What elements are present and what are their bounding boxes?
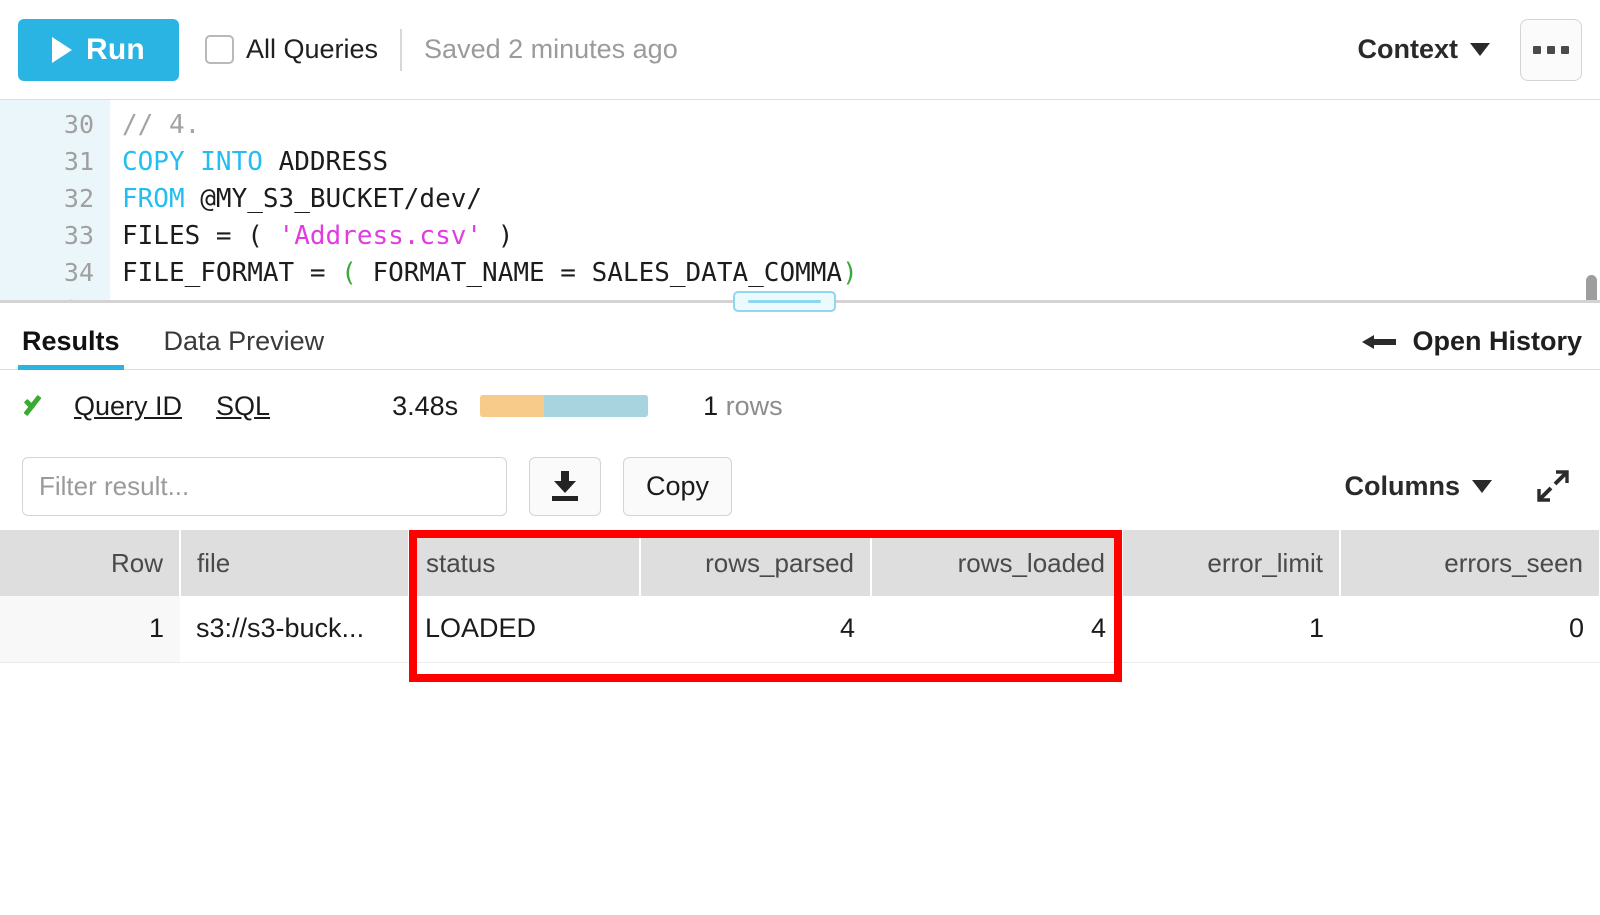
cell-rows-parsed: 4 [640,596,871,663]
code-line: 31 COPY INTO ADDRESS [0,143,1600,180]
cell-row-number: 1 [0,596,180,663]
code-line: 32 FROM @MY_S3_BUCKET/dev/ [0,180,1600,217]
line-number: 32 [63,184,94,213]
code-token-string: 'Address.csv' [278,220,483,251]
all-queries-toggle[interactable]: All Queries [205,34,378,65]
column-header-file[interactable]: file [180,530,410,596]
results-table-container: Row file status rows_parsed rows_loaded … [0,530,1600,682]
play-icon [52,36,73,63]
download-icon [552,471,578,501]
elapsed-time: 3.48s [392,390,459,421]
code-text: // 4. [110,110,200,140]
code-line: 34 FILE_FORMAT = ( FORMAT_NAME = SALES_D… [0,254,1600,291]
columns-dropdown[interactable]: Columns [1344,471,1492,502]
code-token-keyword: INTO [200,146,263,177]
code-token-comment: // 4. [122,109,201,140]
sql-editor[interactable]: 30 // 4. 31 COPY INTO ADDRESS 32 FROM @M… [0,100,1600,300]
line-number: 33 [63,221,94,250]
all-queries-label: All Queries [246,34,379,64]
code-token-paren: ( [341,257,357,288]
line-number: 31 [63,147,94,176]
cell-errors-seen: 0 [1340,596,1600,663]
column-header-row[interactable]: Row [0,530,181,596]
column-header-errors-seen[interactable]: errors_seen [1340,530,1600,596]
column-header-rows-parsed[interactable]: rows_parsed [640,530,872,596]
query-progress-bar [480,395,649,417]
code-text: COPY INTO ADDRESS [110,147,388,177]
expand-icon[interactable] [1536,469,1570,503]
download-button[interactable] [529,456,601,516]
code-token-identifier: @MY_S3_BUCKET/dev/ [200,183,483,214]
progress-segment-compile [480,395,544,417]
code-token-identifier: ADDRESS [278,146,389,177]
filter-input[interactable] [22,456,507,516]
query-status-row: Query ID SQL 3.48s 1 rows [0,370,1600,442]
code-token-keyword: FROM [122,183,185,214]
code-token-punct: ) [482,220,514,251]
code-text: FROM @MY_S3_BUCKET/dev/ [110,184,482,214]
code-line: 30 // 4. [0,106,1600,143]
code-token-identifier: FORMAT_NAME = SALES_DATA_COMMA [356,257,843,288]
cell-file: s3://s3-buck... [180,596,409,663]
cell-error-limit: 1 [1122,596,1340,663]
columns-label: Columns [1344,470,1460,501]
tab-data-preview[interactable]: Data Preview [160,326,329,369]
context-label: Context [1357,34,1459,64]
code-line: 33 FILES = ( 'Address.csv' ) [0,217,1600,254]
chevron-down-icon [1470,43,1490,56]
chevron-down-icon [1472,479,1492,493]
code-text: FILE_FORMAT = ( FORMAT_NAME = SALES_DATA… [110,258,858,288]
ellipsis-icon [1547,45,1555,54]
results-table: Row file status rows_parsed rows_loaded … [0,530,1600,663]
saved-status-text: Saved 2 minutes ago [424,34,678,64]
code-token-paren: ) [842,257,858,288]
editor-code-area[interactable]: 30 // 4. 31 COPY INTO ADDRESS 32 FROM @M… [0,100,1600,301]
all-queries-checkbox[interactable] [205,35,234,64]
column-header-rows-loaded[interactable]: rows_loaded [871,530,1123,596]
results-tab-bar: Results Data Preview Open History [0,303,1600,370]
header-right-group: Context [1357,18,1582,81]
code-text: FILES = ( 'Address.csv' ) [110,221,513,251]
context-dropdown[interactable]: Context [1357,34,1490,65]
table-header-row: Row file status rows_parsed rows_loaded … [0,530,1600,596]
sql-link[interactable]: SQL [216,391,270,422]
run-button[interactable]: Run [18,18,179,81]
arrow-left-icon [1362,334,1397,349]
ellipsis-icon [1561,45,1569,54]
toolbar-right-group: Columns [1344,469,1578,503]
app-header: Run All Queries Saved 2 minutes ago Cont… [0,0,1600,100]
column-header-status[interactable]: status [409,530,641,596]
column-header-error-limit[interactable]: error_limit [1122,530,1341,596]
query-id-link[interactable]: Query ID [74,391,182,422]
check-icon [22,391,52,421]
ellipsis-icon [1533,45,1541,54]
row-count-unit: rows [725,390,783,421]
table-row[interactable]: 1 s3://s3-buck... LOADED 4 4 1 0 [0,596,1600,663]
cell-rows-loaded: 4 [871,596,1122,663]
code-token-keyword: COPY [122,146,185,177]
row-count: 1 rows [703,391,783,422]
row-count-value: 1 [703,390,719,421]
results-toolbar: Copy Columns [0,442,1600,530]
cell-status: LOADED [409,596,640,663]
code-token-identifier: FILES = ( [122,220,279,251]
open-history-label: Open History [1412,326,1582,356]
more-options-button[interactable] [1520,18,1582,81]
line-number: 34 [63,258,94,287]
run-button-label: Run [86,32,145,66]
open-history-button[interactable]: Open History [1362,326,1582,369]
tab-results[interactable]: Results [18,326,124,370]
code-token-identifier: FILE_FORMAT = [122,257,342,288]
line-number: 30 [63,110,94,139]
editor-vertical-scrollbar[interactable] [1586,275,1597,300]
copy-button[interactable]: Copy [623,456,733,516]
header-divider [400,28,403,71]
progress-segment-execute [543,395,649,417]
